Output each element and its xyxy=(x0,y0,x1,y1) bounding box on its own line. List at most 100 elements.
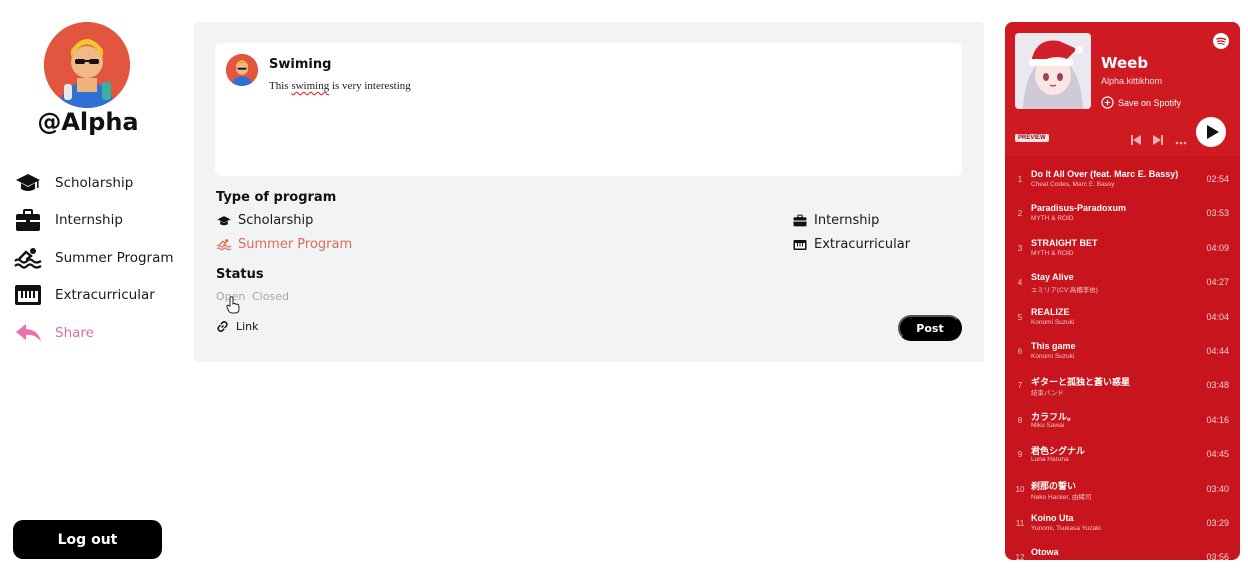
logout-button[interactable]: Log out xyxy=(13,520,162,559)
swimmer-icon xyxy=(14,244,42,272)
track-duration: 03:40 xyxy=(1206,483,1229,494)
track-artist[interactable]: エミリア(CV:高橋李依) xyxy=(1031,284,1098,294)
spotify-logo-icon[interactable] xyxy=(1213,33,1229,49)
track-number: 1 xyxy=(1017,175,1023,184)
track-number: 10 xyxy=(1015,484,1025,494)
next-track-icon[interactable] xyxy=(1153,132,1163,150)
track-row[interactable]: 7 ギターと孤独と蒼い惑星 結束バンド 03:48 xyxy=(1005,367,1240,401)
track-row[interactable]: 2 Paradisus-Paradoxum MYTH & ROID 03:53 xyxy=(1005,195,1240,229)
program-option-summer-program[interactable]: Summer Program xyxy=(216,237,352,252)
track-title[interactable]: Do It All Over (feat. Marc E. Bassy) xyxy=(1031,169,1178,179)
track-row[interactable]: 9 君色シグナル Luna Haruna 04:45 xyxy=(1005,436,1240,470)
track-artist[interactable]: 結束バンド xyxy=(1031,387,1064,397)
track-artist[interactable]: Neko Hacker, 由緒司 xyxy=(1031,491,1091,501)
previous-track-icon[interactable] xyxy=(1131,132,1141,150)
track-row[interactable]: 3 STRAIGHT BET MYTH & ROID 04:09 xyxy=(1005,230,1240,264)
track-duration: 02:54 xyxy=(1206,174,1229,184)
track-number: 12 xyxy=(1015,553,1025,560)
playlist-title[interactable]: Weeb xyxy=(1101,54,1148,72)
post-button[interactable]: Post xyxy=(898,315,962,341)
track-title[interactable]: This game xyxy=(1031,341,1076,351)
track-title[interactable]: REALIZE xyxy=(1031,307,1070,317)
link-button[interactable]: Link xyxy=(216,320,259,333)
track-duration: 04:09 xyxy=(1206,242,1229,253)
program-type-heading: Type of program xyxy=(216,190,337,205)
track-number: 8 xyxy=(1017,415,1023,425)
track-artist[interactable]: Konomi Suzuki xyxy=(1031,353,1074,360)
program-option-extracurricular[interactable]: Extracurricular xyxy=(792,237,910,252)
track-title[interactable]: Otowa xyxy=(1031,547,1059,557)
sidebar-item-label: Extracurricular xyxy=(55,287,155,304)
save-on-spotify-button[interactable]: Save on Spotify xyxy=(1101,96,1181,109)
track-row[interactable]: 6 This game Konomi Suzuki 04:44 xyxy=(1005,333,1240,367)
track-number: 11 xyxy=(1015,518,1025,528)
track-row[interactable]: 1 Do It All Over (feat. Marc E. Bassy) Che… xyxy=(1005,161,1240,195)
program-option-scholarship[interactable]: Scholarship xyxy=(216,213,313,228)
track-row[interactable]: 5 REALIZE Konomi Suzuki 04:04 xyxy=(1005,299,1240,333)
preview-badge: PREVIEW xyxy=(1015,134,1049,142)
track-duration: 03:48 xyxy=(1206,380,1229,391)
playlist-cover[interactable] xyxy=(1015,33,1091,109)
sidebar-item-internship[interactable]: Internship xyxy=(14,202,174,240)
piano-icon xyxy=(14,281,42,309)
sidebar-item-label: Share xyxy=(55,324,94,341)
track-duration: 03:53 xyxy=(1206,208,1229,219)
play-icon xyxy=(1206,125,1219,139)
piano-icon xyxy=(792,238,808,252)
track-title[interactable]: Koino Uta xyxy=(1031,513,1074,523)
status-option-closed[interactable]: Closed xyxy=(252,290,289,303)
playlist-owner[interactable]: Alpha.kittikhom xyxy=(1101,76,1162,86)
post-title[interactable]: Swiming xyxy=(269,57,331,72)
profile-avatar[interactable] xyxy=(44,22,130,108)
track-artist[interactable]: MYTH & ROID xyxy=(1031,250,1074,257)
track-artist[interactable]: Konomi Suzuki xyxy=(1031,319,1074,326)
sidebar-item-share[interactable]: Share xyxy=(14,314,174,352)
track-number: 9 xyxy=(1017,450,1023,460)
username: @Alpha xyxy=(37,108,139,136)
track-duration: 04:04 xyxy=(1206,311,1229,322)
play-button[interactable] xyxy=(1196,117,1226,147)
track-artist[interactable]: Yunomi, Tsukasa Yuzaki xyxy=(1031,525,1101,532)
track-artist[interactable]: Cheat Codes, Marc E. Bassy xyxy=(1031,181,1114,188)
track-number: 4 xyxy=(1017,278,1023,288)
track-number: 3 xyxy=(1017,243,1023,253)
track-duration: 04:44 xyxy=(1206,345,1229,356)
post-editor[interactable]: Swiming This swiming is very interesting xyxy=(215,43,962,176)
track-title[interactable]: Stay Alive xyxy=(1031,272,1074,282)
track-row[interactable]: 10 刹那の誓い Neko Hacker, 由緒司 03:40 xyxy=(1005,471,1240,505)
playback-controls xyxy=(1131,132,1187,150)
sidebar-item-scholarship[interactable]: Scholarship xyxy=(14,164,174,202)
spotify-header: Weeb Alpha.kittikhom Save on Spotify PRE… xyxy=(1005,22,1240,156)
avatar xyxy=(226,54,258,86)
post-composer: Swiming This swiming is very interesting… xyxy=(194,22,984,362)
track-artist[interactable]: Miku Sawai xyxy=(1031,422,1064,429)
status-heading: Status xyxy=(216,267,264,282)
track-row[interactable]: 11 Koino Uta Yunomi, Tsukasa Yuzaki 03:29 xyxy=(1005,505,1240,539)
track-number: 5 xyxy=(1017,312,1023,322)
hand-pointer-icon xyxy=(226,296,240,319)
sidebar-item-summer-program[interactable]: Summer Program xyxy=(14,239,174,277)
track-row[interactable]: 12 Otowa 03:56 xyxy=(1005,539,1240,560)
track-duration: 04:27 xyxy=(1206,277,1229,288)
track-number: 6 xyxy=(1017,346,1023,356)
sidebar-nav: Scholarship Internship Summer Program Ex… xyxy=(14,164,174,352)
track-row[interactable]: 8 カラフル。 Miku Sawai 04:16 xyxy=(1005,402,1240,436)
track-duration: 03:29 xyxy=(1206,517,1229,528)
sidebar-item-label: Summer Program xyxy=(55,249,174,266)
graduation-cap-icon xyxy=(14,169,42,197)
track-title[interactable]: STRAIGHT BET xyxy=(1031,238,1098,248)
track-row[interactable]: 4 Stay Alive エミリア(CV:高橋李依) 04:27 xyxy=(1005,264,1240,298)
plus-circle-icon xyxy=(1101,96,1114,109)
track-artist[interactable]: MYTH & ROID xyxy=(1031,215,1074,222)
sidebar: @Alpha Scholarship Internship Summer Pro… xyxy=(0,0,180,583)
program-option-internship[interactable]: Internship xyxy=(792,213,879,228)
more-options-icon[interactable] xyxy=(1175,132,1187,150)
misspelled-word[interactable]: swiming xyxy=(291,80,329,92)
track-artist[interactable]: Luna Haruna xyxy=(1031,456,1069,463)
swimmer-icon xyxy=(216,238,232,252)
post-body[interactable]: This swiming is very interesting xyxy=(269,80,411,92)
briefcase-icon xyxy=(14,206,42,234)
track-title[interactable]: Paradisus-Paradoxum xyxy=(1031,203,1126,213)
sidebar-item-label: Scholarship xyxy=(55,174,134,191)
sidebar-item-extracurricular[interactable]: Extracurricular xyxy=(14,277,174,315)
